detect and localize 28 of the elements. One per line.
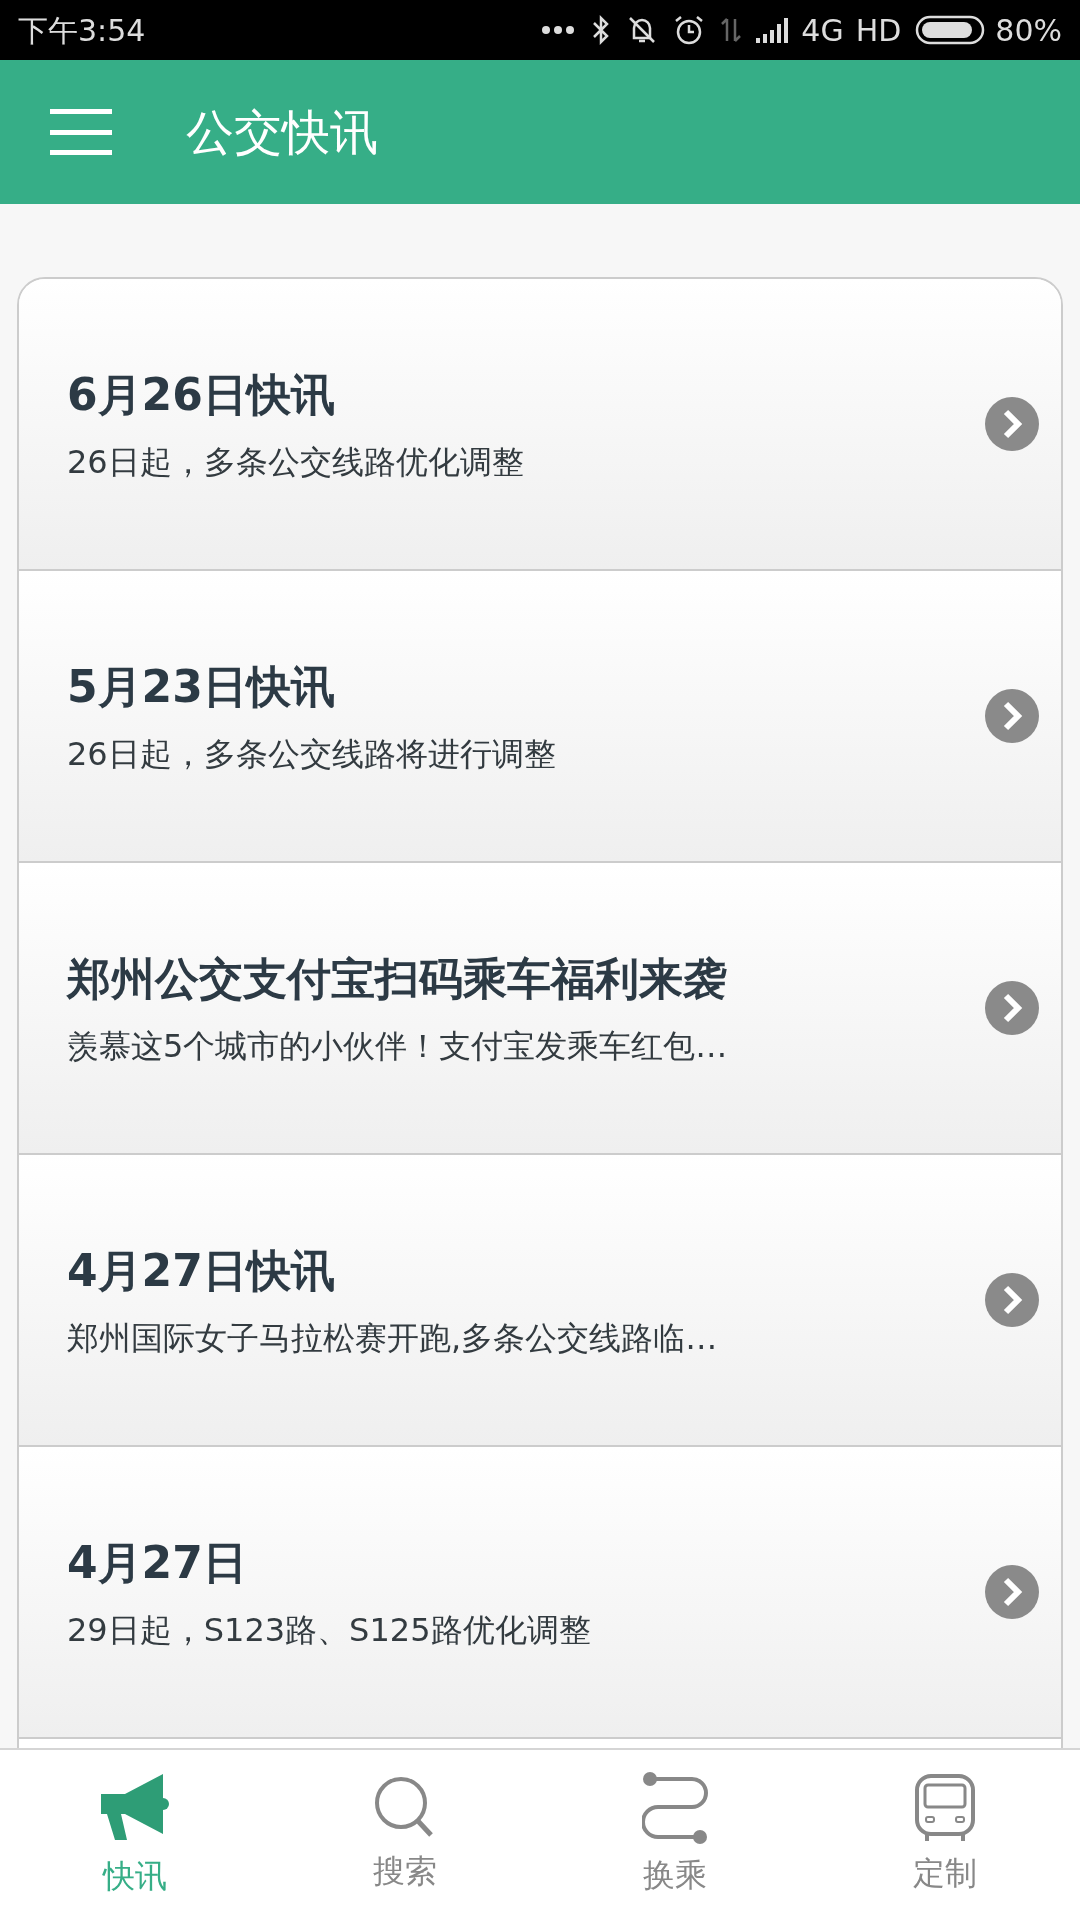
- nav-tab[interactable]: 搜索: [270, 1750, 540, 1920]
- network-type: 4G: [801, 11, 844, 50]
- battery-percent: 80%: [995, 11, 1062, 50]
- news-summary: 羡慕这5个城市的小伙伴！支付宝发乘车红包…: [67, 1026, 729, 1067]
- nav-tab[interactable]: 换乘: [540, 1750, 810, 1920]
- chevron-right-icon: [985, 397, 1039, 451]
- menu-icon[interactable]: [50, 109, 112, 155]
- news-summary: 29日起，S123路、S125路优化调整: [67, 1610, 592, 1651]
- route-icon: [642, 1771, 708, 1845]
- news-summary: 26日起，多条公交线路将进行调整: [67, 734, 557, 775]
- news-item[interactable]: 6月26日快讯 26日起，多条公交线路优化调整: [19, 279, 1061, 571]
- more-dots-icon: [541, 25, 576, 35]
- news-title: 5月23日快讯: [67, 660, 336, 714]
- news-summary: 26日起，多条公交线路优化调整: [67, 442, 525, 483]
- chevron-right-icon: [985, 1273, 1039, 1327]
- chevron-right-icon: [985, 981, 1039, 1035]
- news-title: 6月26日快讯: [67, 368, 336, 422]
- status-time: 下午3:54: [18, 11, 146, 50]
- header-title: 公交快讯: [186, 103, 378, 162]
- nav-tab[interactable]: 定制: [810, 1750, 1080, 1920]
- news-title: 4月27日快讯: [67, 1244, 336, 1298]
- news-summary: 郑州国际女子马拉松赛开跑,多条公交线路临…: [67, 1318, 719, 1359]
- news-title: 郑州公交支付宝扫码乘车福利来袭: [67, 952, 728, 1006]
- news-title: 4月27日: [67, 1536, 248, 1590]
- bus-icon: [914, 1773, 976, 1843]
- chevron-right-icon: [985, 1565, 1039, 1619]
- hd-indicator: HD: [855, 11, 902, 50]
- chevron-right-icon: [985, 689, 1039, 743]
